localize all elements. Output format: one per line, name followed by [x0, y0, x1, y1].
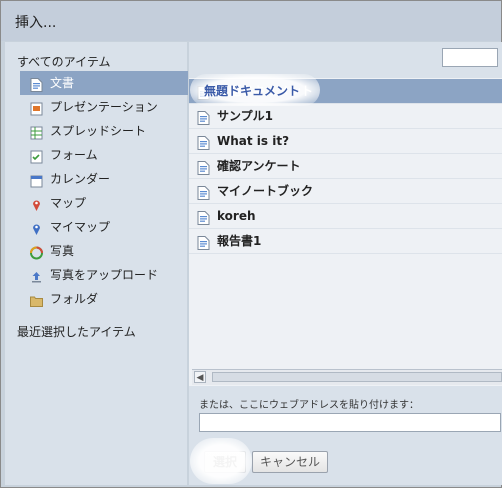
document-row[interactable]: 無題ドキュメント: [189, 79, 502, 104]
sidebar-item-presentation[interactable]: プレゼンテーション: [20, 95, 188, 119]
sidebar-item-my-map-pin[interactable]: マイマップ: [20, 215, 188, 239]
url-input[interactable]: [199, 413, 501, 432]
document-list: 無題ドキュメント サンプル1 What is it? 確認アンケート マイノートブック k…: [189, 79, 502, 369]
sidebar-item-label: スプレッドシート: [50, 124, 147, 138]
sidebar-item-label: フォルダ: [50, 292, 99, 306]
document-icon: [197, 109, 210, 125]
document-icon: [197, 134, 210, 150]
all-items-heading[interactable]: すべてのアイテム: [17, 53, 110, 70]
sidebar-item-label: 写真: [50, 244, 75, 258]
sidebar-item-folder[interactable]: フォルダ: [20, 287, 188, 311]
search-row: [189, 42, 502, 78]
document-icon: [197, 84, 210, 100]
document-row[interactable]: 確認アンケート: [189, 154, 502, 179]
document-row[interactable]: 報告書1: [189, 229, 502, 254]
folder-icon: [30, 292, 43, 307]
sidebar-item-upload[interactable]: 写真をアップロード: [20, 263, 188, 287]
document-name: 報告書1: [217, 234, 262, 248]
document-name: サンプル1: [217, 109, 273, 123]
spreadsheet-icon: [30, 124, 43, 140]
sidebar-item-document[interactable]: 文書: [20, 71, 188, 95]
document-name: 無題ドキュメント: [217, 84, 314, 98]
sidebar-item-label: プレゼンテーション: [50, 100, 158, 114]
calendar-icon: [30, 172, 43, 188]
sidebar-item-form[interactable]: フォーム: [20, 143, 188, 167]
horizontal-scrollbar[interactable]: ◀: [192, 369, 502, 385]
button-area: 選択 キャンセル: [189, 440, 502, 485]
search-input[interactable]: [442, 48, 498, 67]
photo-icon: [30, 244, 43, 260]
sidebar-item-label: マイマップ: [50, 220, 111, 234]
document-icon: [30, 76, 43, 92]
document-name: 確認アンケート: [217, 159, 301, 173]
sidebar-item-label: 写真をアップロード: [50, 268, 159, 282]
sidebar-item-label: 文書: [50, 76, 75, 90]
scroll-left-icon[interactable]: ◀: [194, 371, 206, 383]
sidebar-item-calendar[interactable]: カレンダー: [20, 167, 188, 191]
upload-icon: [30, 268, 43, 283]
insert-dialog: 挿入... すべてのアイテム 文書プレゼンテーション スプレッドシート フォームカレ…: [0, 0, 502, 488]
document-row[interactable]: サンプル1: [189, 104, 502, 129]
document-name: マイノートブック: [217, 184, 314, 198]
document-icon: [197, 209, 210, 225]
dialog-title: 挿入...: [15, 15, 57, 31]
document-icon: [197, 184, 210, 200]
sidebar-item-label: カレンダー: [50, 172, 111, 186]
document-icon: [197, 234, 210, 250]
scrollbar-thumb[interactable]: [212, 372, 502, 382]
sidebar-item-label: マップ: [50, 196, 87, 210]
dialog-titlebar: 挿入...: [1, 1, 501, 41]
document-row[interactable]: マイノートブック: [189, 179, 502, 204]
sidebar-item-photo[interactable]: 写真: [20, 239, 188, 263]
document-name: What is it?: [217, 134, 290, 148]
map-pin-icon: [30, 196, 43, 211]
url-label: または、ここにウェブアドレスを貼り付けます：: [199, 400, 419, 411]
sidebar-list: 文書プレゼンテーション スプレッドシート フォームカレンダーマップマイマップ写真写真…: [20, 71, 188, 311]
my-map-pin-icon: [30, 220, 43, 235]
sidebar: すべてのアイテム 文書プレゼンテーション スプレッドシート フォームカレンダーマップ…: [5, 42, 188, 485]
document-icon: [197, 159, 210, 175]
cancel-button[interactable]: キャンセル: [252, 451, 328, 473]
select-button[interactable]: 選択: [204, 451, 246, 473]
document-row[interactable]: What is it?: [189, 129, 502, 154]
sidebar-item-label: フォーム: [50, 148, 98, 162]
sidebar-item-map-pin[interactable]: マップ: [20, 191, 188, 215]
recent-items-heading[interactable]: 最近選択したアイテム: [17, 323, 136, 340]
document-panel: 無題ドキュメント サンプル1 What is it? 確認アンケート マイノートブック k…: [189, 42, 502, 485]
presentation-icon: [30, 100, 43, 116]
sidebar-item-spreadsheet[interactable]: スプレッドシート: [20, 119, 188, 143]
document-row[interactable]: koreh: [189, 204, 502, 229]
form-icon: [30, 148, 43, 164]
document-name: koreh: [217, 209, 256, 223]
url-area: または、ここにウェブアドレスを貼り付けます：: [189, 386, 502, 440]
